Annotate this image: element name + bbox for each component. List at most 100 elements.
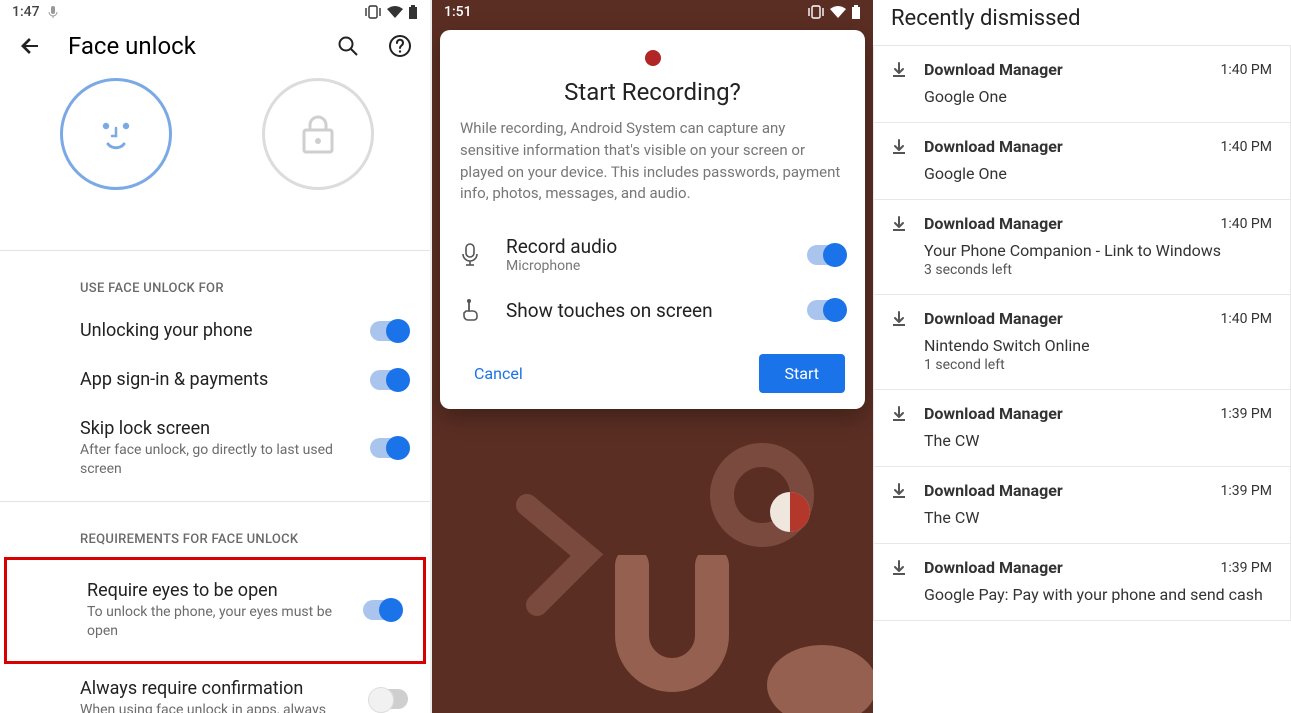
toggle-switch[interactable] <box>370 370 408 390</box>
panel-face-unlock: 1:47 Face unlock <box>0 0 432 713</box>
notification-app-name: Download Manager <box>924 60 1206 79</box>
face-enrolled-icon[interactable] <box>60 78 172 190</box>
notification-app-name: Download Manager <box>924 309 1206 328</box>
section-header-requirements: REQUIREMENTS FOR FACE UNLOCK <box>0 502 430 557</box>
panel-notification-history: Recently dismissed Download Manager 1:40 … <box>873 0 1291 713</box>
dialog-subtitle: While recording, Android System can capt… <box>460 118 845 205</box>
download-icon <box>888 405 910 423</box>
notification-item[interactable]: Download Manager 1:40 PM Google One <box>873 46 1291 123</box>
vibrate-icon <box>364 5 382 19</box>
page-title: Recently dismissed <box>873 0 1291 45</box>
notification-time: 1:40 PM <box>1220 216 1272 232</box>
toggle-switch[interactable] <box>370 689 408 709</box>
notification-title: Nintendo Switch Online <box>924 336 1272 355</box>
status-time: 1:47 <box>12 4 40 20</box>
notification-item[interactable]: Download Manager 1:40 PM Nintendo Switch O… <box>873 295 1291 390</box>
notification-time: 1:39 PM <box>1220 406 1272 422</box>
mic-indicator-icon <box>48 5 58 19</box>
touch-icon <box>460 298 486 322</box>
face-icons-row <box>0 74 430 190</box>
notification-title: Google One <box>924 164 1272 183</box>
notification-time: 1:40 PM <box>1220 62 1272 78</box>
notification-app-name: Download Manager <box>924 558 1206 577</box>
notification-time: 1:40 PM <box>1220 311 1272 327</box>
status-bar: 1:47 <box>0 0 430 22</box>
setting-title: Skip lock screen <box>80 418 370 439</box>
notification-app-name: Download Manager <box>924 481 1206 500</box>
vibrate-icon <box>807 5 825 19</box>
page-title: Face unlock <box>68 32 310 60</box>
notification-title: The CW <box>924 431 1272 450</box>
status-time: 1:51 <box>444 4 472 20</box>
download-icon <box>888 61 910 79</box>
panel-screen-record: 1:51 Start Recording? While recording, A… <box>432 0 873 713</box>
notification-title: The CW <box>924 508 1272 527</box>
notification-subtitle: 1 second left <box>924 357 1272 373</box>
notification-title: Google One <box>924 87 1272 106</box>
notification-subtitle: 3 seconds left <box>924 262 1272 278</box>
setting-subtitle: To unlock the phone, your eyes must be o… <box>87 603 357 641</box>
toggle-switch[interactable] <box>370 438 408 458</box>
notification-time: 1:39 PM <box>1220 483 1272 499</box>
setting-title: App sign-in & payments <box>80 369 370 390</box>
mic-icon <box>460 243 486 267</box>
search-icon[interactable] <box>334 34 362 58</box>
download-icon <box>888 310 910 328</box>
dialog-option-row[interactable]: Show touches on screen <box>460 286 845 334</box>
setting-subtitle: When using face unlock in apps, always <box>80 701 350 713</box>
battery-icon <box>851 5 861 20</box>
toggle-switch[interactable] <box>807 245 845 265</box>
start-button[interactable]: Start <box>759 354 845 393</box>
option-title: Show touches on screen <box>506 299 787 322</box>
setting-row[interactable]: Always require confirmation When using fa… <box>0 664 430 713</box>
setting-title: Unlocking your phone <box>80 320 370 341</box>
notification-item[interactable]: Download Manager 1:39 PM The CW <box>873 467 1291 544</box>
status-bar: 1:51 <box>432 0 873 22</box>
notification-time: 1:40 PM <box>1220 139 1272 155</box>
back-icon[interactable] <box>16 34 44 58</box>
download-icon <box>888 138 910 156</box>
setting-row[interactable]: Unlocking your phone <box>0 306 430 355</box>
notification-app-name: Download Manager <box>924 137 1206 156</box>
dialog-option-row[interactable]: Record audioMicrophone <box>460 223 845 286</box>
notification-item[interactable]: Download Manager 1:39 PM Google Pay: Pay w… <box>873 544 1291 621</box>
setting-title: Always require confirmation <box>80 678 370 699</box>
record-dot-icon <box>645 50 661 66</box>
setting-row[interactable]: Require eyes to be openTo unlock the pho… <box>7 566 423 655</box>
notification-time: 1:39 PM <box>1220 560 1272 576</box>
option-title: Record audio <box>506 235 787 258</box>
toggle-switch[interactable] <box>370 321 408 341</box>
download-icon <box>888 559 910 577</box>
decoration-u <box>592 555 752 713</box>
section-header-use: USE FACE UNLOCK FOR <box>0 251 430 306</box>
notification-item[interactable]: Download Manager 1:40 PM Your Phone Compan… <box>873 200 1291 295</box>
setting-subtitle: After face unlock, go directly to last u… <box>80 441 350 479</box>
notification-title: Google Pay: Pay with your phone and send… <box>924 585 1272 604</box>
setting-row[interactable]: Skip lock screenAfter face unlock, go di… <box>0 404 430 493</box>
start-recording-dialog: Start Recording? While recording, Androi… <box>440 30 865 409</box>
notification-title: Your Phone Companion - Link to Windows <box>924 241 1272 260</box>
wifi-icon <box>386 5 404 19</box>
setting-row[interactable]: App sign-in & payments <box>0 355 430 404</box>
cancel-button[interactable]: Cancel <box>460 356 537 391</box>
lock-placeholder-icon[interactable] <box>262 78 374 190</box>
help-icon[interactable] <box>386 34 414 58</box>
app-bar: Face unlock <box>0 22 430 74</box>
toggle-switch[interactable] <box>363 600 401 620</box>
download-icon <box>888 482 910 500</box>
decoration-squiggle <box>497 490 617 620</box>
decoration-ring <box>692 440 832 580</box>
battery-icon <box>408 5 418 20</box>
notification-item[interactable]: Download Manager 1:40 PM Google One <box>873 123 1291 200</box>
notification-item[interactable]: Download Manager 1:39 PM The CW <box>873 390 1291 467</box>
toggle-switch[interactable] <box>807 300 845 320</box>
wifi-icon <box>829 5 847 19</box>
setting-title: Require eyes to be open <box>87 580 363 601</box>
dialog-title: Start Recording? <box>460 78 845 106</box>
decoration-blob <box>762 640 873 713</box>
notification-app-name: Download Manager <box>924 214 1206 233</box>
notification-app-name: Download Manager <box>924 404 1206 423</box>
download-icon <box>888 215 910 233</box>
notification-list: Download Manager1:40 PMGoogle OneDownloa… <box>873 45 1291 621</box>
highlighted-setting: Require eyes to be openTo unlock the pho… <box>4 557 426 664</box>
